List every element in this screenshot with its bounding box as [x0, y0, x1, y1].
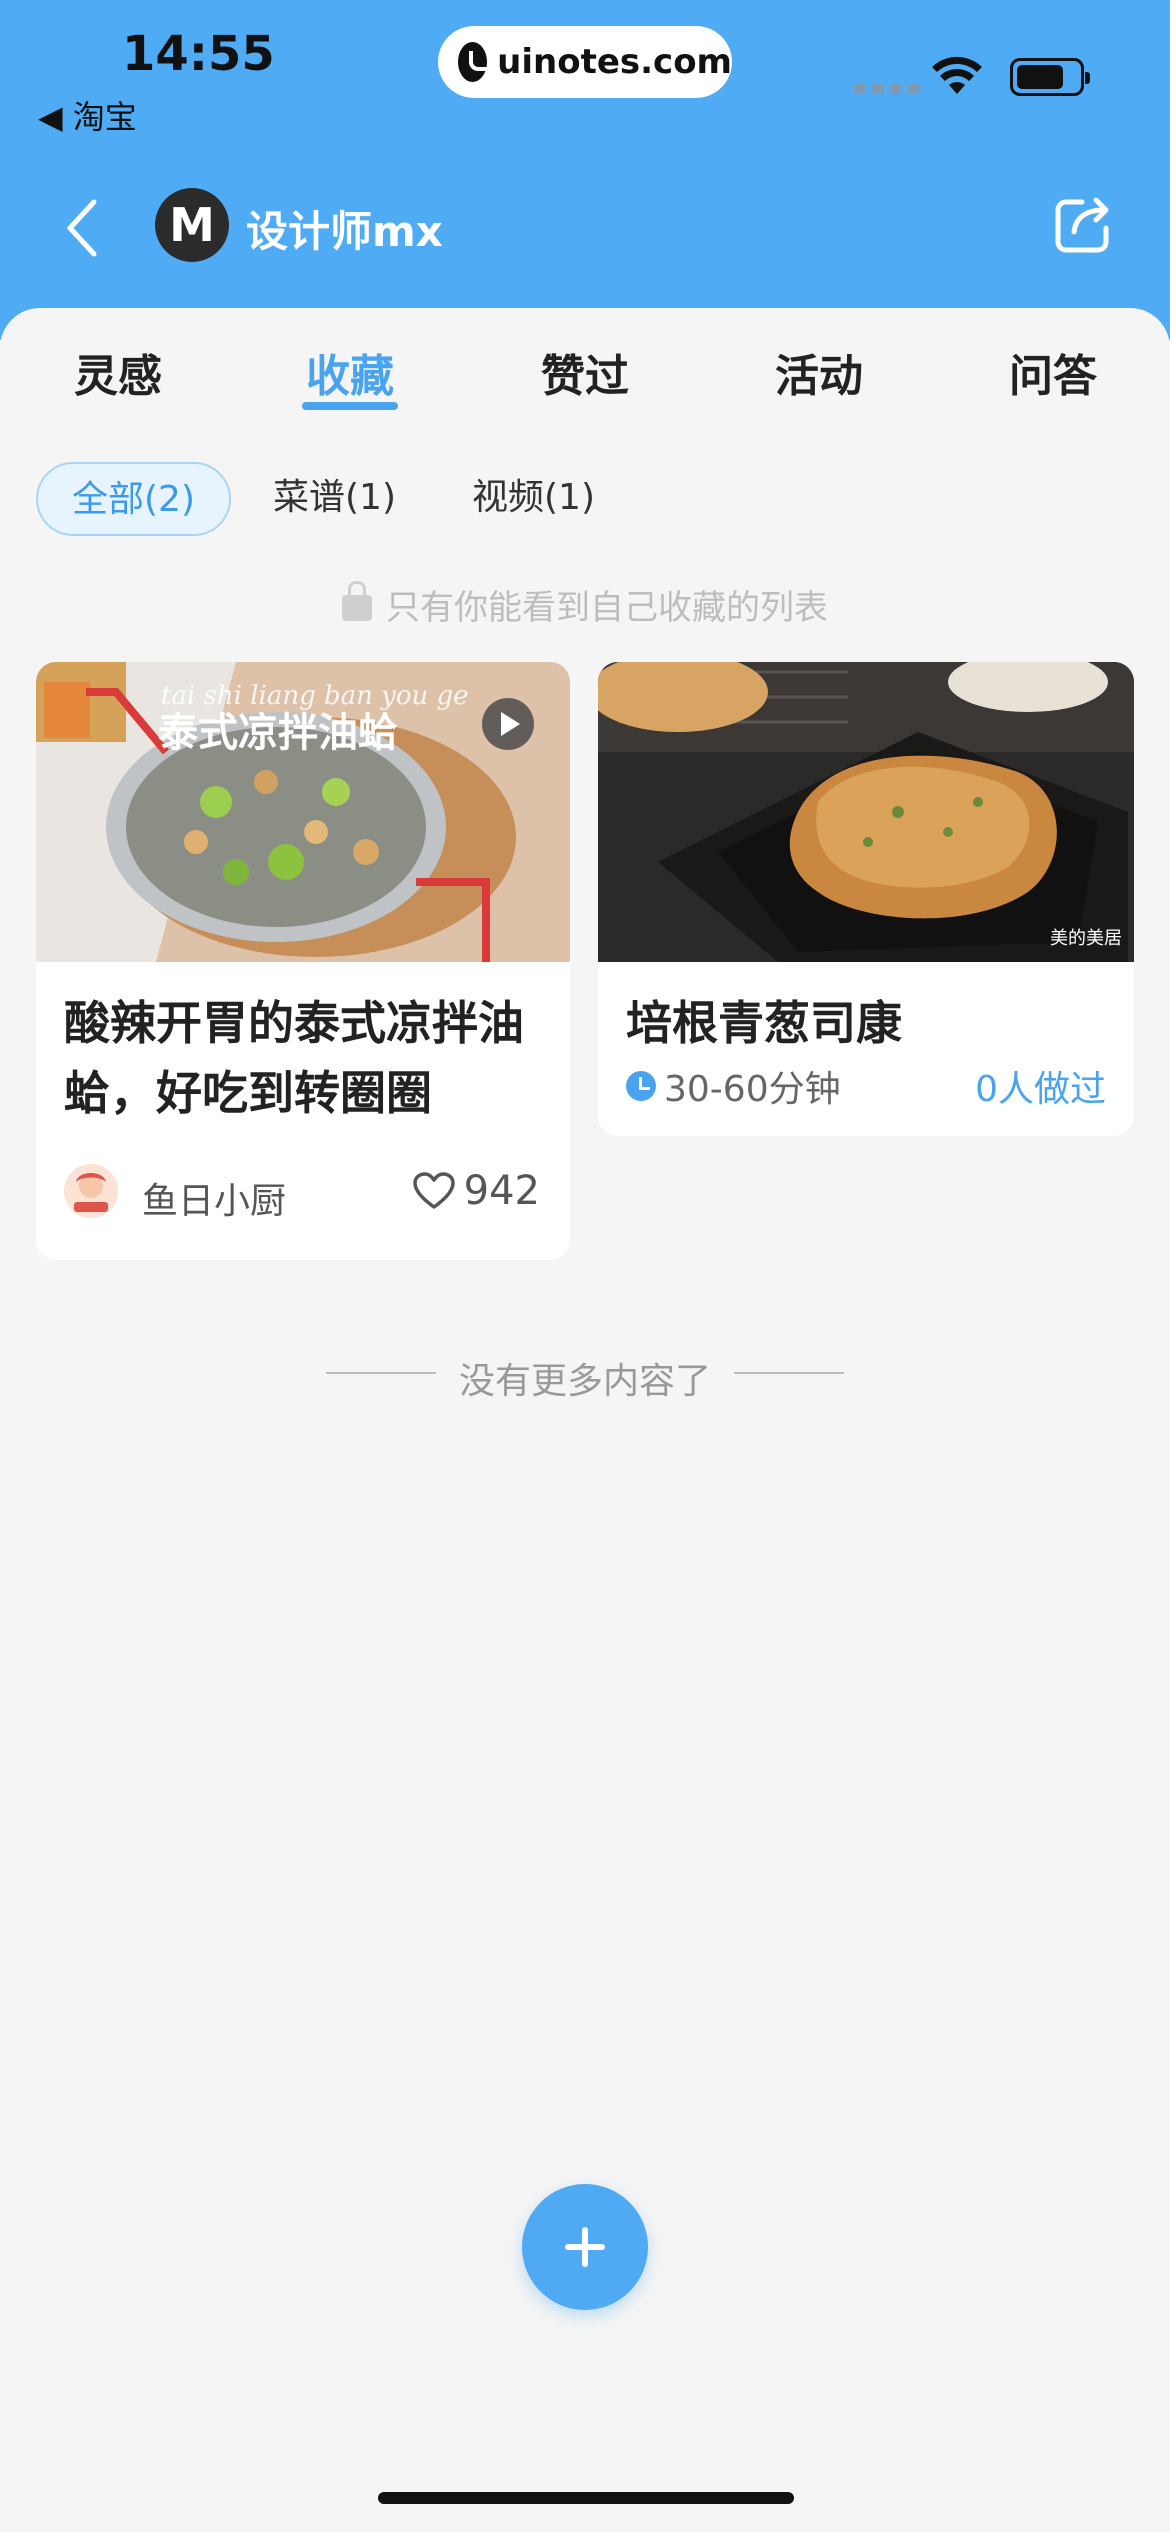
like-button[interactable]: 942 — [412, 1168, 540, 1214]
share-icon[interactable] — [1052, 192, 1116, 256]
tab-bar: 灵感 收藏 赞过 活动 问答 — [0, 340, 1170, 430]
filter-videos[interactable]: 视频(1) — [438, 462, 629, 536]
profile-name[interactable]: 设计师mx — [246, 198, 443, 259]
filter-recipes[interactable]: 菜谱(1) — [239, 462, 430, 536]
tab-favorites[interactable]: 收藏 — [280, 340, 420, 404]
status-time: 14:55 — [122, 26, 275, 82]
image-overlay-title: 泰式凉拌油蛤 — [158, 710, 398, 756]
tab-inspiration[interactable]: 灵感 — [48, 340, 188, 404]
author-name[interactable]: 鱼日小厨 — [142, 1172, 286, 1224]
url-text: uinotes.com — [497, 42, 732, 82]
site-logo-icon — [458, 42, 496, 82]
image-overlay-subtitle: tai shi liang ban you ge — [161, 681, 469, 711]
cook-time-text: 30-60分钟 — [664, 1069, 841, 1110]
cook-time: 30-60分钟 — [626, 1060, 841, 1112]
profile-avatar[interactable]: M — [155, 188, 229, 262]
made-count[interactable]: 0人做过 — [975, 1060, 1106, 1112]
image-watermark: 美的美居 — [1050, 928, 1122, 949]
favorite-card[interactable]: tai shi liang ban you ge 泰式凉拌油蛤 酸辣开胃的泰式凉… — [36, 662, 570, 1260]
divider-line — [734, 1372, 844, 1374]
like-count: 942 — [463, 1168, 540, 1214]
card-title: 酸辣开胃的泰式凉拌油蛤，好吃到转圈圈 — [64, 996, 524, 1120]
privacy-note-text: 只有你能看到自己收藏的列表 — [386, 588, 828, 628]
filter-row: 全部(2) 菜谱(1) 视频(1) — [36, 462, 637, 536]
tab-activities[interactable]: 活动 — [749, 340, 889, 404]
tab-qa[interactable]: 问答 — [983, 340, 1123, 404]
back-arrow-icon[interactable] — [60, 196, 108, 260]
filter-all[interactable]: 全部(2) — [36, 462, 231, 536]
recipe-image: tai shi liang ban you ge 泰式凉拌油蛤 — [36, 662, 570, 962]
tab-liked[interactable]: 赞过 — [515, 340, 655, 404]
author-avatar[interactable] — [64, 1164, 118, 1218]
wifi-icon — [932, 56, 982, 94]
card-title: 培根青葱司康 — [626, 996, 902, 1050]
lock-icon — [342, 580, 372, 621]
clock-icon — [626, 1071, 656, 1101]
add-button[interactable] — [522, 2184, 648, 2310]
cellular-signal-icon — [854, 84, 920, 94]
battery-icon — [1010, 58, 1090, 96]
active-tab-indicator — [302, 402, 398, 410]
recipe-meta: 30-60分钟 0人做过 — [626, 1060, 1106, 1112]
privacy-note: 只有你能看到自己收藏的列表 — [0, 580, 1170, 629]
home-indicator — [378, 2492, 794, 2504]
favorite-card[interactable]: 美的美居 培根青葱司康 30-60分钟 0人做过 — [598, 662, 1134, 1136]
back-to-app-link[interactable]: ◀ 淘宝 — [38, 92, 137, 138]
no-more-content: 没有更多内容了 — [458, 1361, 711, 1402]
recipe-image: 美的美居 — [598, 662, 1134, 962]
heart-icon — [412, 1172, 455, 1209]
url-pill[interactable]: uinotes.com — [438, 26, 732, 98]
